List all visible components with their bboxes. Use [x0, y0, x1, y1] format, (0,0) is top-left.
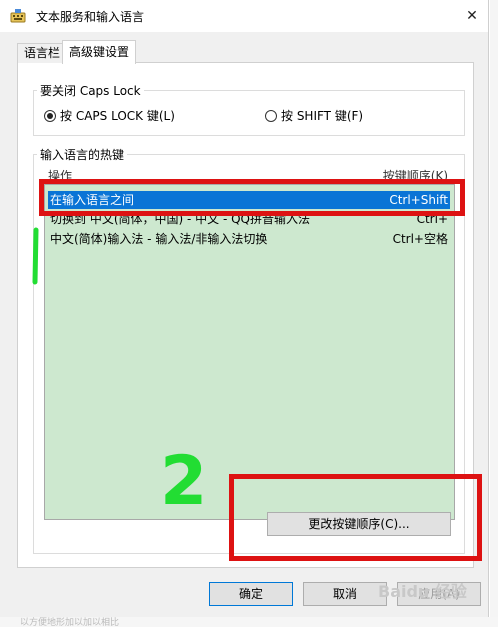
radio-selected-indicator [44, 109, 56, 122]
hotkeys-group-title: 输入语言的热键 [37, 146, 128, 163]
background-window-edge [490, 0, 498, 627]
hotkeys-list[interactable]: 在输入语言之间 Ctrl+Shift 切换到 中文(简体，中国) - 中文 - … [44, 184, 455, 520]
background-text-fragment: 以方便地形加以加以相比 [20, 618, 120, 628]
annotation-green-mark-2: 2 [160, 442, 208, 521]
radio-shift-label: 按 SHIFT 键(F) [281, 109, 364, 123]
close-button[interactable]: ✕ [456, 0, 488, 32]
window-title: 文本服务和输入语言 [36, 10, 145, 24]
title-bar: 文本服务和输入语言 ✕ [0, 0, 488, 32]
radio-shift-key[interactable]: 按 SHIFT 键(F) [265, 107, 363, 124]
caps-lock-group-title: 要关闭 Caps Lock [37, 82, 144, 99]
annotation-box-change-button [229, 474, 482, 561]
list-item[interactable]: 中文(简体)输入法 - 输入法/非输入法切换 Ctrl+空格 [48, 230, 450, 248]
close-icon: ✕ [466, 8, 478, 24]
radio-unselected-indicator [265, 109, 277, 122]
radio-caps-lock-label: 按 CAPS LOCK 键(L) [60, 109, 175, 123]
tab-advanced-key-settings[interactable]: 高级键设置 [62, 40, 137, 64]
cancel-button[interactable]: 取消 [303, 582, 387, 606]
ok-button[interactable]: 确定 [209, 582, 293, 606]
background-bottom-edge: 以方便地形加以加以相比 [0, 617, 498, 628]
annotation-box-selected-row [39, 179, 465, 216]
annotation-green-mark-1 [32, 227, 39, 285]
radio-caps-lock-key[interactable]: 按 CAPS LOCK 键(L) [44, 107, 175, 124]
tab-language-bar[interactable]: 语言栏 [17, 43, 68, 63]
watermark: Baidu 经验 [378, 582, 467, 601]
keyboard-icon [10, 9, 26, 23]
